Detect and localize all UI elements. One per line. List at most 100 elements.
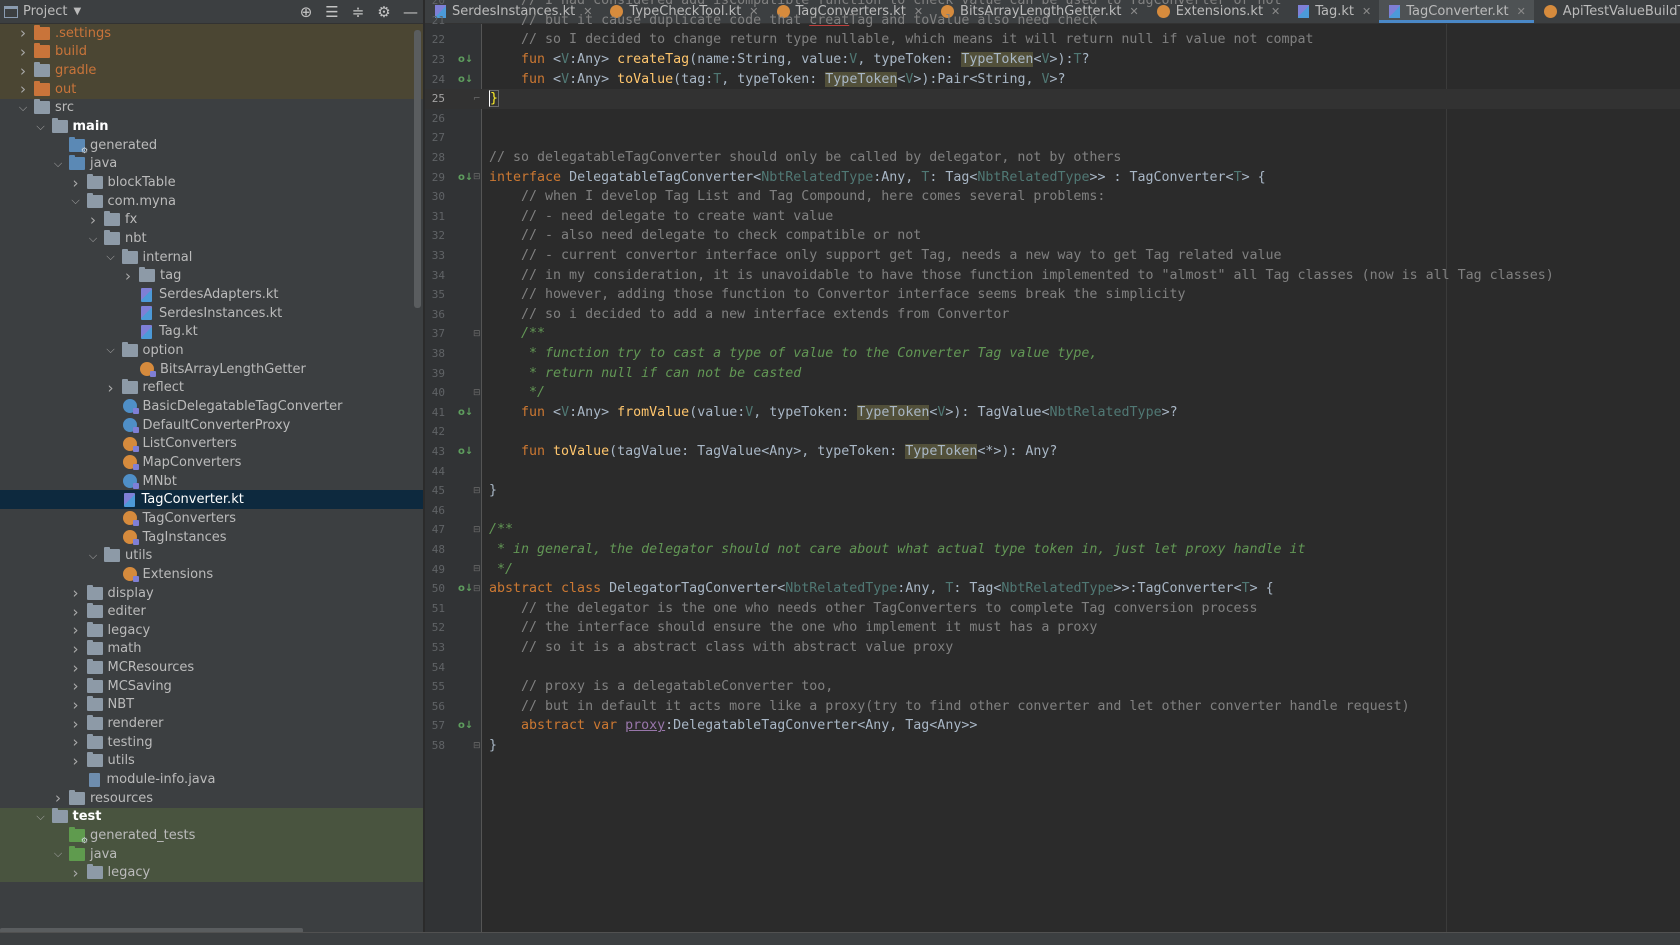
- code-line[interactable]: 20 // I had considered add isCompatible …: [425, 0, 1680, 11]
- tree-item[interactable]: ›TagConverters: [0, 509, 423, 528]
- tree-item[interactable]: ›TagConverter.kt: [0, 490, 423, 510]
- chevron-right-icon[interactable]: ›: [69, 677, 83, 695]
- minimize-icon[interactable]: —: [403, 3, 418, 21]
- code-line[interactable]: 42: [425, 422, 1680, 442]
- tree-item[interactable]: › utils: [0, 752, 423, 771]
- code-line[interactable]: 44: [425, 461, 1680, 481]
- collapse-all-icon[interactable]: ≑: [351, 3, 365, 21]
- tree-item[interactable]: ⌵ java: [0, 844, 423, 864]
- tree-item[interactable]: › MCSaving: [0, 677, 423, 696]
- chevron-down-icon[interactable]: ⌵: [16, 101, 30, 115]
- code-line[interactable]: 27: [425, 128, 1680, 148]
- implemented-icon[interactable]: o↓: [458, 583, 473, 594]
- chevron-right-icon[interactable]: ›: [16, 62, 30, 80]
- tree-item[interactable]: ⌵ test: [0, 807, 423, 827]
- code-line[interactable]: 53 // so it is a abstract class with abs…: [425, 638, 1680, 658]
- chevron-down-icon[interactable]: ⌵: [86, 549, 100, 563]
- chevron-right-icon[interactable]: ›: [69, 603, 83, 621]
- tree-item[interactable]: › gradle: [0, 61, 423, 80]
- chevron-right-icon[interactable]: ›: [16, 80, 30, 98]
- code-line[interactable]: 25 ⌐}: [425, 89, 1680, 109]
- fold-icon[interactable]: ⌐: [473, 94, 483, 104]
- implemented-icon[interactable]: o↓: [458, 720, 473, 731]
- fold-icon[interactable]: ⊟: [473, 388, 483, 398]
- code-line[interactable]: 28 // so delegatableTagConverter should o…: [425, 148, 1680, 168]
- tree-item[interactable]: › fx: [0, 211, 423, 230]
- tree-item[interactable]: › build: [0, 42, 423, 62]
- chevron-right-icon[interactable]: ›: [16, 43, 30, 61]
- chevron-down-icon[interactable]: ⌵: [104, 343, 118, 357]
- tree-item[interactable]: ⌵ java: [0, 155, 423, 174]
- tree-item[interactable]: › display: [0, 584, 423, 603]
- chevron-right-icon[interactable]: ›: [51, 789, 65, 807]
- chevron-down-icon[interactable]: ⌵: [51, 157, 65, 171]
- code-line[interactable]: 48 * in general, the delegator should no…: [425, 540, 1680, 560]
- tree-item[interactable]: › .settings: [0, 24, 423, 43]
- tree-item[interactable]: › reflect: [0, 378, 423, 397]
- chevron-right-icon[interactable]: ›: [69, 864, 83, 882]
- code-line[interactable]: 50 o↓ ⊟ abstract class DelegatorTagConverte…: [425, 579, 1680, 599]
- code-line[interactable]: 32 // - also need delegate to check comp…: [425, 226, 1680, 246]
- chevron-right-icon[interactable]: ›: [69, 733, 83, 751]
- chevron-right-icon[interactable]: ›: [69, 696, 83, 714]
- chevron-down-icon[interactable]: ⌵: [34, 810, 48, 824]
- implemented-icon[interactable]: o↓: [458, 74, 473, 85]
- tree-item[interactable]: ⌵ nbt: [0, 229, 423, 248]
- code-line[interactable]: 49 ⊟ */: [425, 559, 1680, 579]
- tree-item[interactable]: › legacy: [0, 863, 423, 883]
- tree-item[interactable]: › legacy: [0, 621, 423, 640]
- tree-item[interactable]: ›BitsArrayLengthGetter: [0, 360, 423, 379]
- chevron-down-icon[interactable]: ⌵: [69, 194, 83, 208]
- code-line[interactable]: 41 o↓ fun <V:Any> fromValue(value:V, type…: [425, 403, 1680, 423]
- chevron-right-icon[interactable]: ›: [69, 715, 83, 733]
- fold-icon[interactable]: ⊟: [473, 172, 483, 182]
- code-line[interactable]: 23 o↓ fun <V:Any> createTag(name:String, …: [425, 50, 1680, 70]
- tree-item[interactable]: ⌵ main: [0, 117, 423, 136]
- chevron-right-icon[interactable]: ›: [69, 174, 83, 192]
- tree-item[interactable]: › editer: [0, 602, 423, 621]
- code-line[interactable]: 33 // - current convertor interface only…: [425, 246, 1680, 266]
- tree-vertical-scrollbar[interactable]: [414, 30, 421, 308]
- chevron-right-icon[interactable]: ›: [69, 584, 83, 602]
- tree-item[interactable]: ›generated: [0, 136, 423, 155]
- fold-icon[interactable]: ⊟: [473, 564, 483, 574]
- tree-item[interactable]: ›MapConverters: [0, 453, 423, 472]
- chevron-right-icon[interactable]: ›: [69, 752, 83, 770]
- tree-item[interactable]: › blockTable: [0, 173, 423, 192]
- code-line[interactable]: 37 ⊟ /**: [425, 324, 1680, 344]
- code-line[interactable]: 43 o↓ fun toValue(tagValue: TagValue<Any>…: [425, 442, 1680, 462]
- code-line[interactable]: 29 o↓ ⊟ interface DelegatableTagConverter<N…: [425, 167, 1680, 187]
- tree-item[interactable]: ⌵ src: [0, 99, 423, 118]
- tree-item[interactable]: ›SerdesAdapters.kt: [0, 285, 423, 304]
- fold-icon[interactable]: ⊟: [473, 329, 483, 339]
- tree-item[interactable]: ›SerdesInstances.kt: [0, 304, 423, 323]
- implemented-icon[interactable]: o↓: [458, 407, 473, 418]
- implemented-icon[interactable]: o↓: [458, 446, 473, 457]
- code-line[interactable]: 30 // when I develop Tag List and Tag Co…: [425, 187, 1680, 207]
- code-line[interactable]: 40 ⊟ */: [425, 383, 1680, 403]
- chevron-right-icon[interactable]: ›: [69, 621, 83, 639]
- implemented-icon[interactable]: o↓: [458, 54, 473, 65]
- code-line[interactable]: 35 // however, adding those function to …: [425, 285, 1680, 305]
- fold-icon[interactable]: ⊟: [473, 741, 483, 751]
- chevron-right-icon[interactable]: ›: [69, 659, 83, 677]
- code-line[interactable]: 55 // proxy is a delegatableConverter to…: [425, 677, 1680, 697]
- tree-item[interactable]: ⌵ option: [0, 341, 423, 360]
- tree-item[interactable]: › MCResources: [0, 658, 423, 677]
- code-line[interactable]: 52 // the interface should ensure the on…: [425, 618, 1680, 638]
- tree-item[interactable]: › tag: [0, 267, 423, 286]
- tree-item[interactable]: ›DefaultConverterProxy: [0, 416, 423, 435]
- tree-item[interactable]: › out: [0, 79, 423, 99]
- code-line[interactable]: 36 // so i decided to add a new interfac…: [425, 305, 1680, 325]
- project-title[interactable]: Project: [23, 4, 67, 19]
- chevron-down-icon[interactable]: ▼: [73, 6, 81, 17]
- code-line[interactable]: 46: [425, 501, 1680, 521]
- chevron-down-icon[interactable]: ⌵: [51, 847, 65, 861]
- code-line[interactable]: 21 // but it cause duplicate code that c…: [425, 11, 1680, 31]
- tree-item[interactable]: ›BasicDelegatableTagConverter: [0, 397, 423, 416]
- code-line[interactable]: 54: [425, 657, 1680, 677]
- code-line[interactable]: 57 o↓ abstract var proxy:DelegatableTagCo…: [425, 716, 1680, 736]
- gear-icon[interactable]: ⚙: [377, 3, 391, 21]
- tree-item[interactable]: ›Extensions: [0, 565, 423, 584]
- chevron-right-icon[interactable]: ›: [69, 640, 83, 658]
